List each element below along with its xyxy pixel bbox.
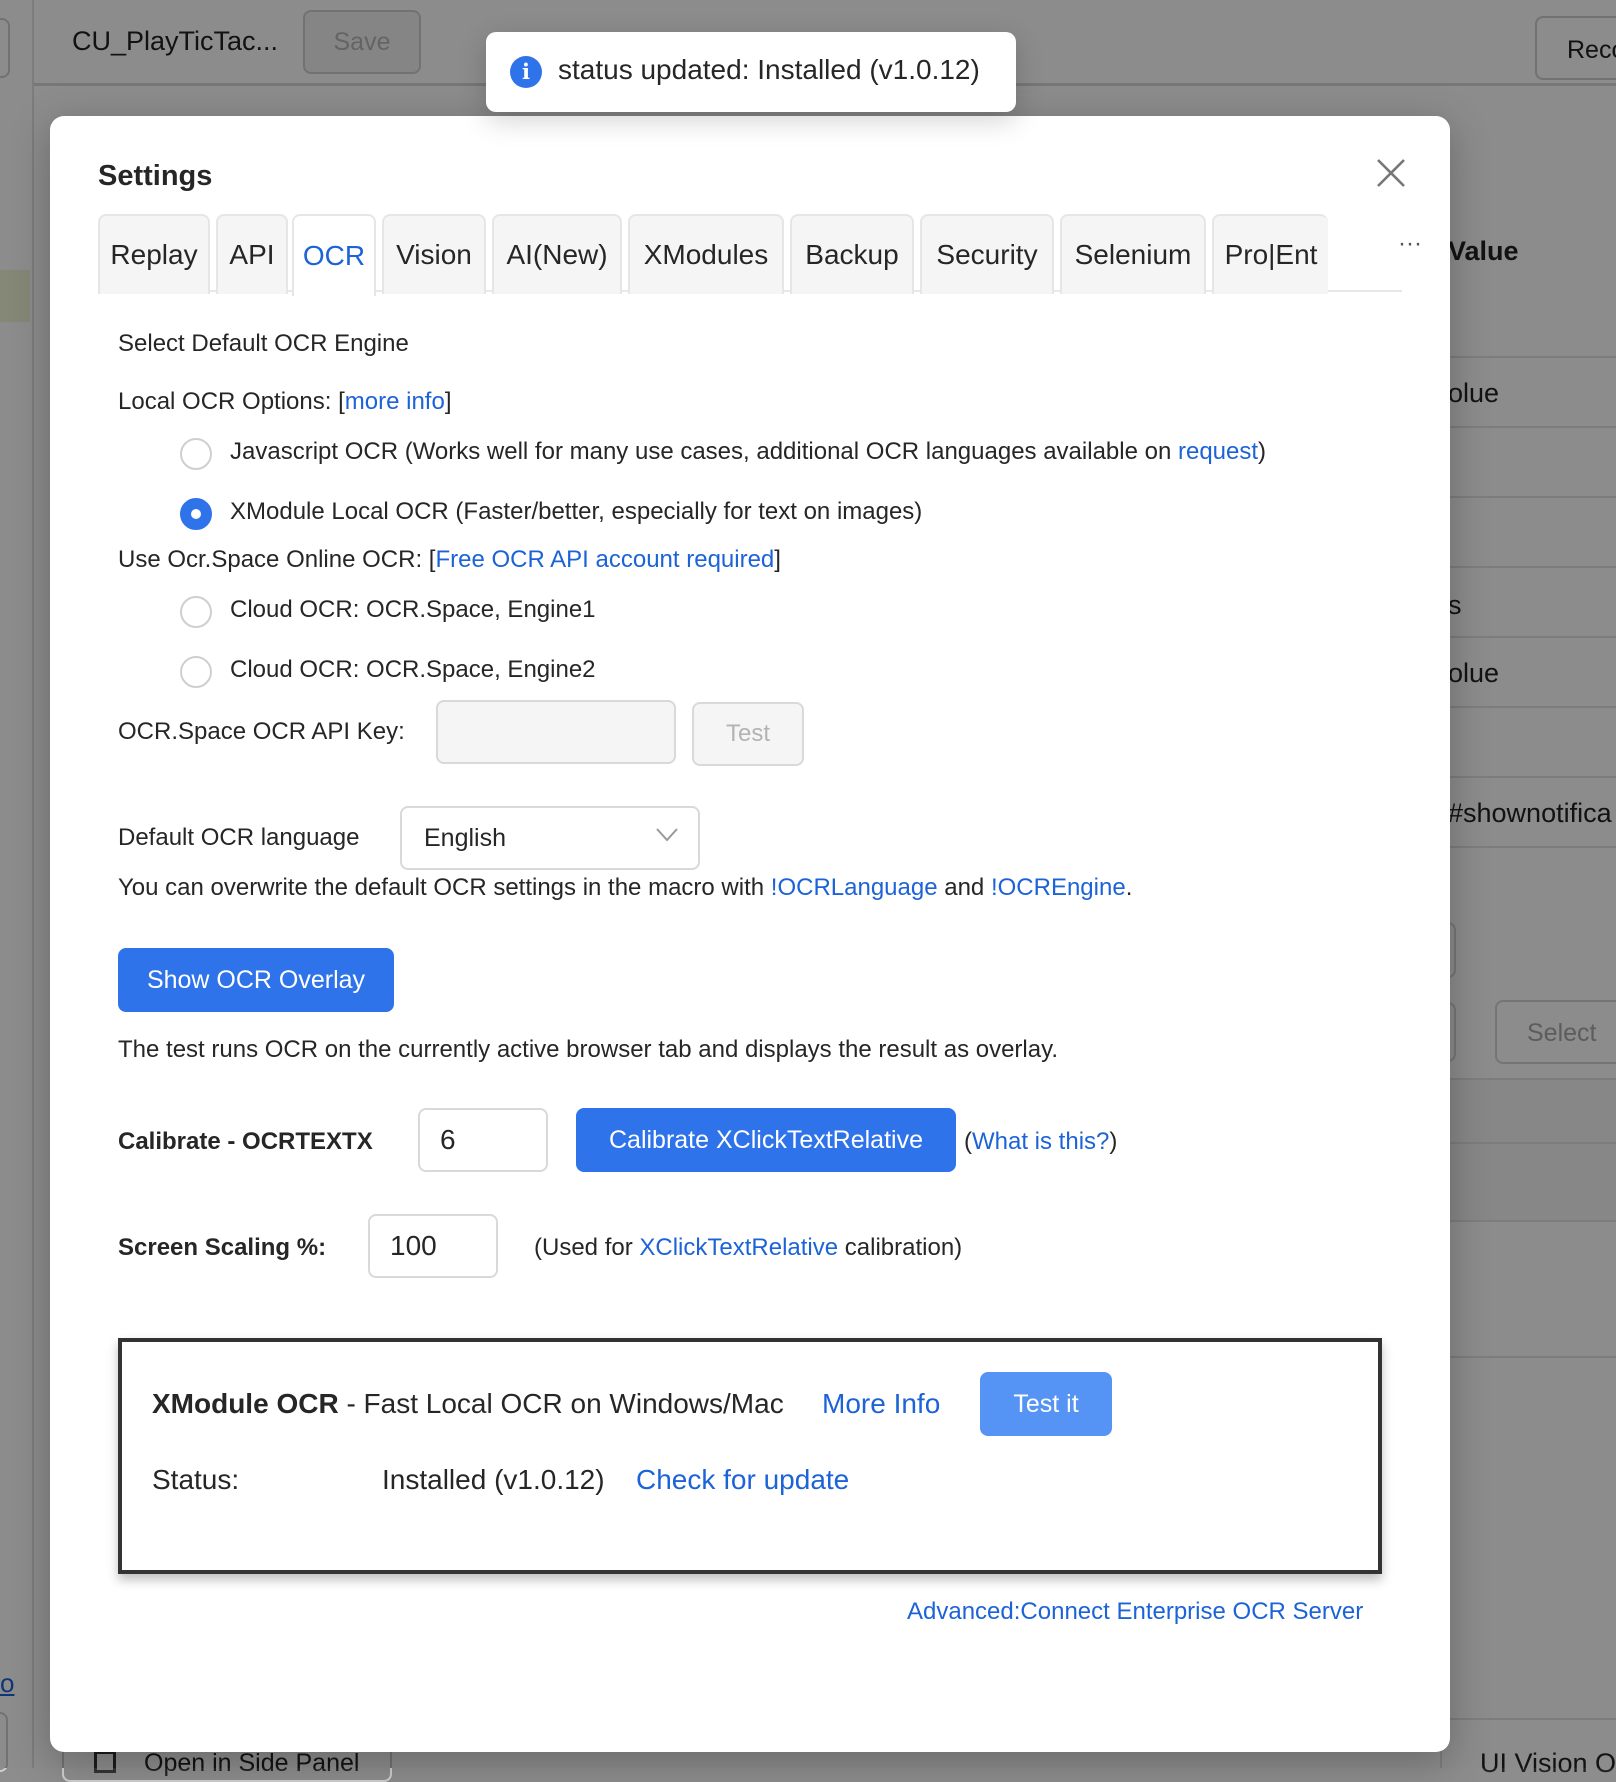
javascript-ocr-label: Javascript OCR (Works well for many use … [230, 438, 1266, 466]
language-select[interactable]: English [400, 806, 700, 870]
free-ocr-api-link[interactable]: Free OCR API account required [435, 546, 774, 573]
overwrite-period: . [1125, 874, 1133, 901]
more-info-link[interactable]: more info [345, 388, 445, 415]
radio-xmodule-local-ocr[interactable] [180, 498, 212, 530]
online-ocr-label: Use Ocr.Space Online OCR: [Free OCR API … [118, 546, 781, 574]
settings-title: Settings [98, 160, 213, 192]
ocrengine-link[interactable]: !OCREngine [991, 874, 1126, 901]
tab-ocr[interactable]: OCR [292, 214, 376, 296]
tab-ai-new[interactable]: AI(New) [492, 214, 622, 294]
what-paren-close: ) [1109, 1128, 1118, 1155]
show-ocr-overlay-button[interactable]: Show OCR Overlay [118, 948, 394, 1012]
xmodule-ocr-desc: - Fast Local OCR on Windows/Mac [338, 1388, 784, 1419]
tab-xmodules[interactable]: XModules [628, 214, 784, 294]
xmodule-ocr-box: XModule OCR - Fast Local OCR on Windows/… [118, 1338, 1382, 1574]
tab-pro-ent[interactable]: Pro|Ent [1212, 214, 1328, 294]
what-is-this-link[interactable]: What is this? [972, 1128, 1109, 1155]
default-language-label: Default OCR language [118, 824, 360, 851]
what-paren-open: ( [964, 1128, 972, 1155]
javascript-ocr-text: Javascript OCR (Works well for many use … [230, 438, 1178, 465]
screen-scaling-label: Screen Scaling %: [118, 1234, 327, 1261]
test-api-key-button[interactable]: Test [692, 702, 804, 766]
xmodule-local-ocr-label: XModule Local OCR (Faster/better, especi… [230, 498, 923, 525]
calibrate-ocrtextx-input[interactable]: 6 [418, 1108, 548, 1172]
online-ocr-text: Use Ocr.Space Online OCR: [ [118, 546, 436, 573]
overwrite-text: You can overwrite the default OCR settin… [118, 874, 771, 901]
toast-message: status updated: Installed (v1.0.12) [558, 54, 980, 85]
radio-cloud-ocr-engine2[interactable] [180, 656, 212, 688]
online-ocr-bracket: ] [774, 546, 781, 573]
local-ocr-options-label: Local OCR Options: [more info] [118, 388, 451, 416]
screen-scaling-input[interactable]: 100 [368, 1214, 498, 1278]
xclicktextrelative-link[interactable]: XClickTextRelative [639, 1234, 838, 1261]
tab-security[interactable]: Security [920, 214, 1054, 294]
settings-tabbar: Replay API OCR Vision AI(New) XModules B… [98, 214, 1422, 296]
tab-backup[interactable]: Backup [790, 214, 914, 294]
local-ocr-options-bracket: ] [444, 388, 452, 415]
tab-selenium[interactable]: Selenium [1060, 214, 1206, 294]
request-link[interactable]: request [1178, 438, 1258, 465]
api-key-input[interactable] [436, 700, 676, 764]
xmodule-ocr-name: XModule OCR [152, 1388, 339, 1419]
tab-replay[interactable]: Replay [98, 214, 210, 294]
status-toast: i status updated: Installed (v1.0.12) [486, 32, 1016, 112]
api-key-label: OCR.Space OCR API Key: [118, 718, 405, 745]
scaling-note-suffix: calibration) [838, 1234, 963, 1261]
settings-modal: Settings Replay API OCR Vision AI(New) X… [50, 116, 1450, 1752]
xmodule-more-info-link[interactable]: More Info [822, 1388, 940, 1420]
info-icon: i [510, 56, 542, 88]
cloud-ocr-engine1-label: Cloud OCR: OCR.Space, Engine1 [230, 596, 596, 623]
calibrate-label: Calibrate - OCRTEXTX [118, 1128, 373, 1155]
calibrate-xclicktextrelative-button[interactable]: Calibrate XClickTextRelative [576, 1108, 956, 1172]
advanced-enterprise-ocr-link[interactable]: Advanced:Connect Enterprise OCR Server [907, 1598, 1363, 1626]
what-is-this-note: (What is this?) [964, 1128, 1117, 1156]
radio-javascript-ocr[interactable] [180, 438, 212, 470]
ocrlanguage-link[interactable]: !OCRLanguage [771, 874, 938, 901]
overlay-description: The test runs OCR on the currently activ… [118, 1036, 1058, 1063]
chevron-down-icon [656, 828, 678, 842]
test-it-button[interactable]: Test it [980, 1372, 1112, 1436]
xmodule-ocr-title: XModule OCR - Fast Local OCR on Windows/… [152, 1388, 784, 1420]
select-engine-heading: Select Default OCR Engine [118, 330, 409, 357]
status-label: Status: [152, 1464, 240, 1495]
javascript-ocr-paren: ) [1258, 438, 1267, 465]
screen-scaling-note: (Used for XClickTextRelative calibration… [534, 1234, 962, 1262]
tab-vision[interactable]: Vision [382, 214, 486, 294]
scaling-note-text: (Used for [534, 1234, 640, 1261]
more-tabs-icon[interactable]: ··· [1398, 230, 1422, 258]
language-select-value: English [424, 823, 506, 852]
close-icon[interactable] [1374, 156, 1408, 190]
tab-api[interactable]: API [216, 214, 288, 294]
cloud-ocr-engine2-label: Cloud OCR: OCR.Space, Engine2 [230, 656, 596, 683]
overwrite-settings-note: You can overwrite the default OCR settin… [118, 874, 1132, 902]
status-value: Installed (v1.0.12) [382, 1464, 605, 1495]
radio-cloud-ocr-engine1[interactable] [180, 596, 212, 628]
local-ocr-options-text: Local OCR Options: [ [118, 388, 345, 415]
check-for-update-link[interactable]: Check for update [636, 1464, 849, 1496]
overwrite-and: and [937, 874, 991, 901]
